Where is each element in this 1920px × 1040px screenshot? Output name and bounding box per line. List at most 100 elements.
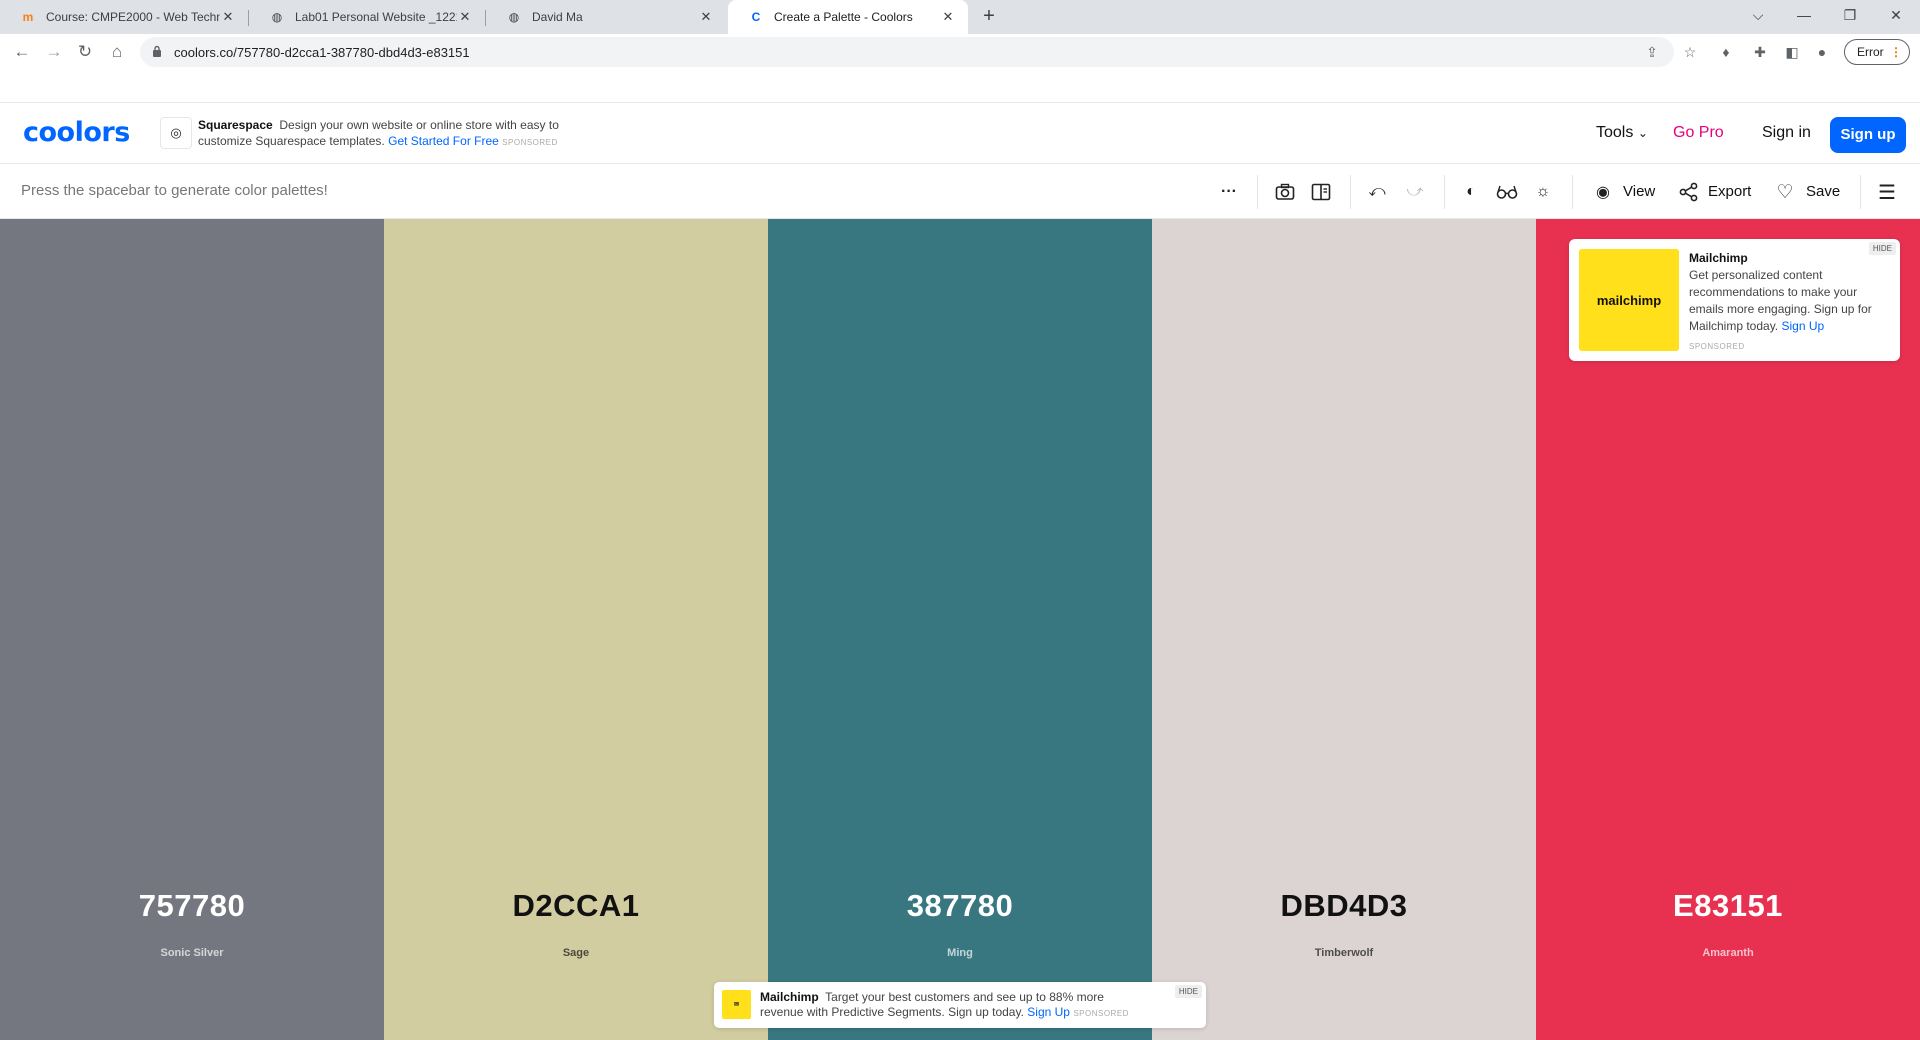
- browser-tab-1[interactable]: ◍ Lab01 Personal Website _1221.pc ✕: [249, 0, 485, 34]
- new-tab-button[interactable]: +: [976, 4, 1002, 30]
- profile-error-button[interactable]: Error ⋮: [1844, 39, 1910, 65]
- browser-tab-3[interactable]: C Create a Palette - Coolors ✕: [728, 0, 968, 34]
- address-bar[interactable]: coolors.co/757780-d2cca1-387780-dbd4d3-e…: [140, 37, 1674, 67]
- ad-card-text: Get personalized content recommendations…: [1689, 268, 1872, 333]
- home-icon[interactable]: ⌂: [105, 40, 129, 64]
- profile-error-label: Error: [1857, 45, 1884, 59]
- eye-icon[interactable]: ◉: [1590, 179, 1616, 205]
- color-hex[interactable]: 387780: [768, 888, 1152, 924]
- globe-icon: ◍: [508, 10, 520, 24]
- side-panel-icon[interactable]: ◧: [1782, 42, 1802, 62]
- color-name[interactable]: Ming: [768, 947, 1152, 959]
- sign-in-link[interactable]: Sign in: [1762, 124, 1811, 142]
- url-text: coolors.co/757780-d2cca1-387780-dbd4d3-e…: [174, 45, 470, 60]
- mailchimp-logo-icon: mailchimp: [1579, 249, 1679, 351]
- close-icon[interactable]: ✕: [940, 9, 956, 25]
- site-header: coolors ◎ Squarespace Design your own we…: [0, 102, 1920, 164]
- color-name[interactable]: Sage: [384, 947, 768, 959]
- browser-toolbar: ← → ↻ ⌂ coolors.co/757780-d2cca1-387780-…: [0, 34, 1920, 70]
- tab-title: Create a Palette - Coolors: [774, 10, 913, 24]
- contrast-icon[interactable]: ◐: [1458, 179, 1484, 205]
- color-name[interactable]: Timberwolf: [1152, 947, 1536, 959]
- more-menu-icon: ⋮: [1890, 45, 1902, 59]
- extensions-puzzle-icon[interactable]: ✚: [1750, 42, 1770, 62]
- browser-tab-2[interactable]: ◍ David Ma ✕: [486, 0, 726, 34]
- color-name[interactable]: Sonic Silver: [0, 947, 384, 959]
- ad-cta-link[interactable]: Get Started For Free: [388, 134, 499, 148]
- toolbar-divider: [1350, 175, 1351, 209]
- sponsored-label: SPONSORED: [1689, 342, 1745, 351]
- squarespace-logo-icon[interactable]: ◎: [160, 117, 192, 149]
- sponsored-label: SPONSORED: [1073, 1009, 1129, 1018]
- color-swatch[interactable]: DBD4D3 Timberwolf: [1152, 219, 1536, 1040]
- tab-title: Lab01 Personal Website _1221.pc: [295, 10, 457, 24]
- color-hex[interactable]: DBD4D3: [1152, 888, 1536, 924]
- minimize-icon[interactable]: —: [1784, 0, 1824, 30]
- close-icon[interactable]: ✕: [698, 9, 714, 25]
- brightness-icon[interactable]: ☼: [1530, 179, 1556, 205]
- window-close-icon[interactable]: ✕: [1876, 0, 1916, 30]
- toolbar-divider: [1860, 175, 1861, 209]
- sign-up-button[interactable]: Sign up: [1830, 117, 1906, 153]
- camera-icon[interactable]: [1272, 179, 1298, 205]
- palette-toolbar: Press the spacebar to generate color pal…: [0, 164, 1920, 219]
- color-swatch[interactable]: D2CCA1 Sage: [384, 219, 768, 1040]
- color-hex[interactable]: D2CCA1: [384, 888, 768, 924]
- redo-icon[interactable]: ⤻: [1402, 179, 1428, 205]
- color-swatch[interactable]: 387780 Ming: [768, 219, 1152, 1040]
- ad-brand: Squarespace: [198, 118, 273, 132]
- tab-search-icon[interactable]: ⌵: [1738, 0, 1778, 30]
- bookmark-star-icon[interactable]: ☆: [1680, 42, 1700, 62]
- share-nodes-icon[interactable]: [1676, 179, 1702, 205]
- moodle-icon: m: [22, 10, 34, 24]
- back-icon[interactable]: ←: [10, 40, 34, 64]
- close-icon[interactable]: ✕: [220, 9, 236, 25]
- tools-menu[interactable]: Tools ⌄: [1596, 124, 1648, 142]
- chevron-down-icon: ⌄: [1637, 126, 1648, 140]
- share-icon[interactable]: ⇪: [1642, 42, 1662, 62]
- color-hex[interactable]: E83151: [1536, 888, 1920, 924]
- save-button[interactable]: Save: [1806, 183, 1840, 200]
- toolbar-divider: [1444, 175, 1445, 209]
- ad-card-cta-link[interactable]: Sign Up: [1782, 319, 1825, 333]
- go-pro-link[interactable]: Go Pro: [1673, 124, 1724, 142]
- browser-tab-0[interactable]: m Course: CMPE2000 - Web Technc ✕: [0, 0, 248, 34]
- color-name[interactable]: Amaranth: [1536, 947, 1920, 959]
- color-hex[interactable]: 757780: [0, 888, 384, 924]
- eyedropper-extension-icon[interactable]: ♦: [1716, 42, 1736, 62]
- toolbar-divider: [1572, 175, 1573, 209]
- hamburger-menu-icon[interactable]: ☰: [1874, 179, 1900, 205]
- browser-tab-strip: m Course: CMPE2000 - Web Technc ✕ ◍ Lab0…: [0, 0, 1920, 34]
- undo-icon[interactable]: ⤺: [1364, 179, 1390, 205]
- bottom-ad-banner[interactable]: ✉ Mailchimp Target your best customers a…: [714, 982, 1206, 1028]
- bottom-ad-brand: Mailchimp: [760, 990, 819, 1004]
- heart-icon[interactable]: ♡: [1772, 179, 1798, 205]
- hide-ad-button[interactable]: HIDE: [1174, 985, 1202, 998]
- reload-icon[interactable]: ↻: [73, 40, 97, 64]
- profile-avatar-icon[interactable]: ●: [1812, 42, 1832, 62]
- mailchimp-logo-icon: ✉: [722, 990, 751, 1019]
- glasses-icon[interactable]: [1494, 179, 1520, 205]
- mailchimp-ad-card[interactable]: mailchimp Mailchimp Get personalized con…: [1569, 239, 1900, 361]
- more-options-icon[interactable]: ···: [1216, 179, 1242, 205]
- lock-icon: [153, 45, 161, 57]
- coolors-logo[interactable]: coolors: [23, 117, 130, 148]
- tools-label: Tools: [1596, 124, 1634, 141]
- hide-ad-button[interactable]: HIDE: [1868, 242, 1896, 255]
- color-swatch[interactable]: 757780 Sonic Silver: [0, 219, 384, 1040]
- spacebar-hint: Press the spacebar to generate color pal…: [21, 182, 328, 199]
- toolbar-divider: [1257, 175, 1258, 209]
- forward-icon[interactable]: →: [42, 40, 66, 64]
- export-button[interactable]: Export: [1708, 183, 1751, 200]
- maximize-icon[interactable]: ❐: [1830, 0, 1870, 30]
- sponsored-label: SPONSORED: [502, 138, 558, 147]
- view-layout-icon[interactable]: [1308, 179, 1334, 205]
- globe-icon: ◍: [271, 10, 283, 24]
- view-button[interactable]: View: [1623, 183, 1655, 200]
- ad-card-body: Get personalized content recommendations…: [1689, 267, 1889, 335]
- bottom-ad-cta-link[interactable]: Sign Up: [1027, 1005, 1070, 1019]
- header-ad[interactable]: Squarespace Design your own website or o…: [198, 117, 598, 151]
- ad-card-title: Mailchimp: [1689, 251, 1748, 265]
- tab-title: Course: CMPE2000 - Web Technc: [46, 10, 220, 24]
- close-icon[interactable]: ✕: [457, 9, 473, 25]
